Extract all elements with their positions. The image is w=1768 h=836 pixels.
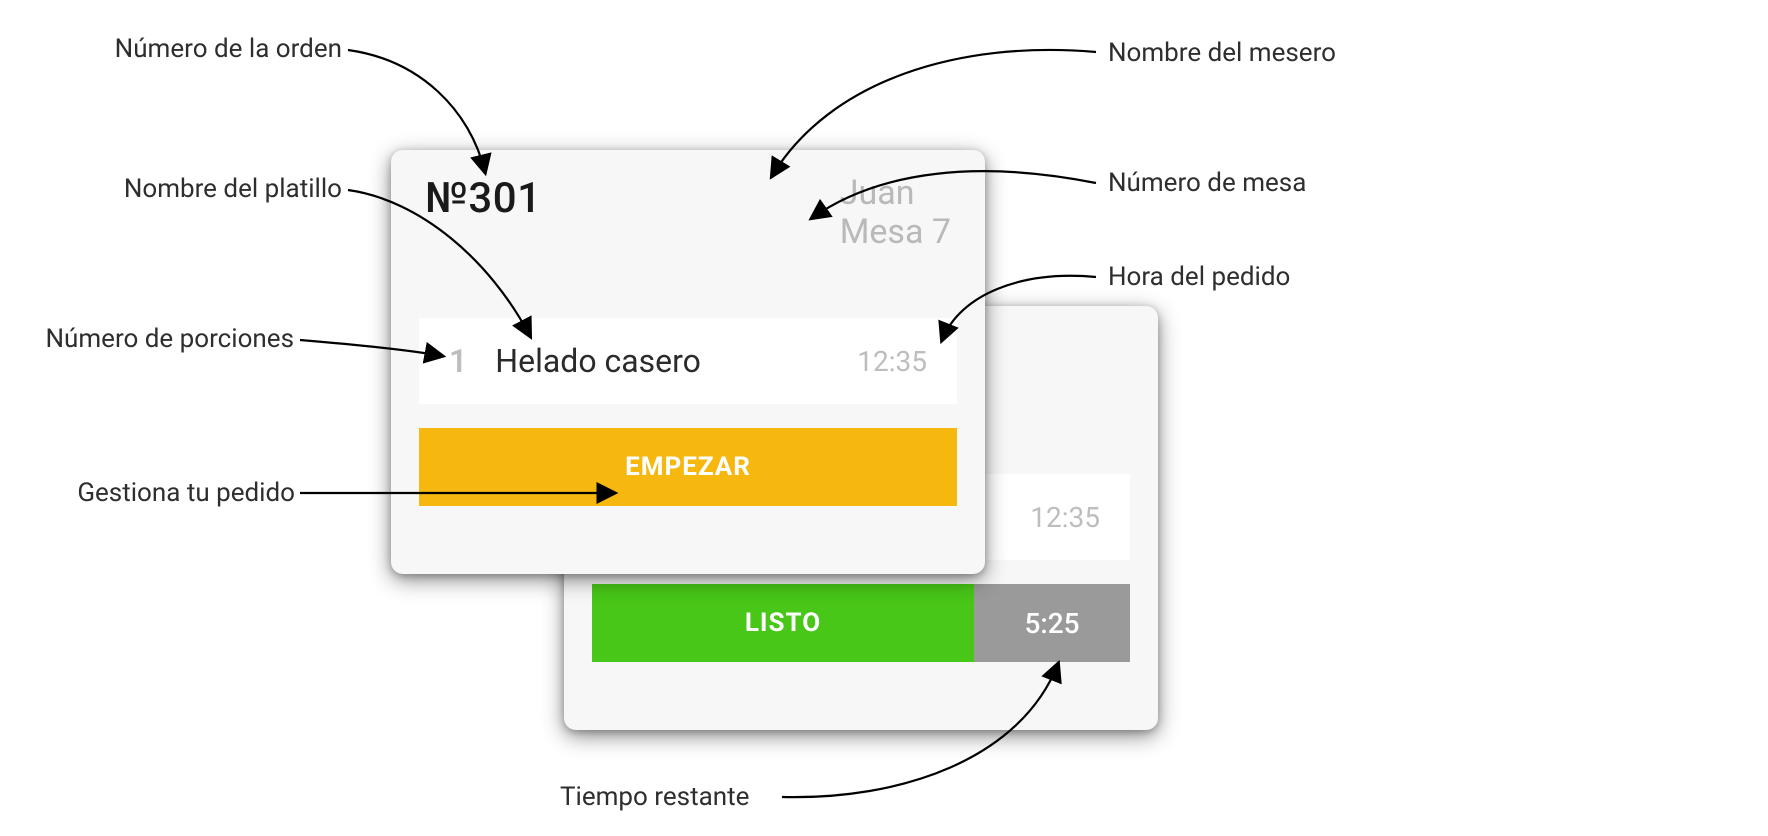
portion-count: 1 [449, 342, 467, 380]
start-button[interactable]: EMPEZAR [419, 428, 957, 506]
label-waiter-name: Nombre del mesero [1108, 38, 1336, 69]
order-number: №301 [425, 174, 541, 223]
table-number: Mesa 7 [840, 213, 951, 252]
countdown-timer: 5:25 [974, 584, 1130, 662]
label-order-number: Número de la orden [62, 34, 342, 65]
order-item-row: 1 Helado casero 12:35 [419, 318, 957, 404]
order-time: 12:35 [857, 345, 927, 378]
waiter-name: Juan [840, 174, 951, 213]
label-time-remaining: Tiempo restante [560, 782, 749, 813]
label-dish-name: Nombre del platillo [62, 174, 342, 205]
order-time: 12:35 [1030, 501, 1100, 534]
order-card-start: №301 Juan Mesa 7 1 Helado casero 12:35 E… [391, 150, 985, 574]
dish-name: Helado casero [495, 342, 701, 380]
label-portions: Número de porciones [0, 324, 294, 355]
label-manage-order: Gestiona tu pedido [17, 478, 295, 509]
label-order-time: Hora del pedido [1108, 262, 1290, 293]
label-table-number: Número de mesa [1108, 168, 1306, 199]
diagram-canvas: Número de la orden Nombre del platillo N… [0, 0, 1768, 836]
ready-button[interactable]: LISTO [592, 584, 974, 662]
